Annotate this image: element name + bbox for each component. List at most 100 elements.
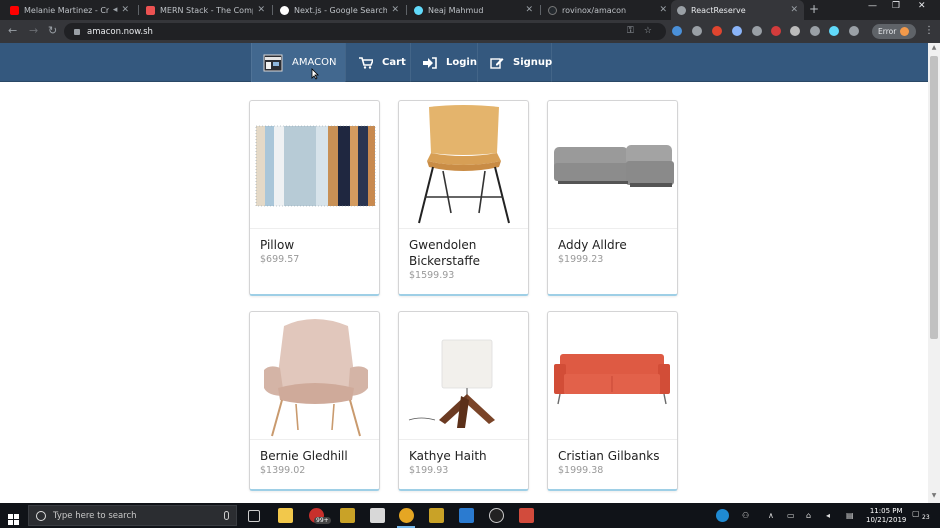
app-icon[interactable]	[519, 508, 534, 523]
nav-login-label: Login	[446, 57, 477, 68]
product-price: $1999.38	[558, 465, 604, 476]
product-name[interactable]: Addy Alldre	[548, 229, 677, 253]
browser-tab-active[interactable]: ReactReserve ✕	[671, 0, 804, 20]
browser-tab-strip: Melanie Martinez - Cry B ◂ ✕ MERN Stack …	[0, 0, 940, 20]
product-image-pink-lounge-chair[interactable]	[250, 312, 379, 440]
browser-tab[interactable]: Neaj Mahmud ✕	[408, 0, 539, 20]
mail-icon[interactable]	[370, 508, 385, 523]
battery-icon[interactable]: ▭	[787, 511, 795, 520]
extension-icon[interactable]	[790, 26, 800, 36]
product-price: $1999.23	[558, 254, 604, 265]
browser-tab[interactable]: Melanie Martinez - Cry B ◂ ✕	[4, 0, 135, 20]
chrome-icon[interactable]	[399, 508, 414, 523]
nav-cart[interactable]: Cart	[345, 43, 410, 82]
windows-start-icon[interactable]	[8, 510, 19, 529]
menu-kebab-icon[interactable]: ⋮	[924, 25, 934, 36]
close-icon[interactable]: ✕	[391, 5, 399, 15]
keyboard-icon[interactable]: ▤	[846, 511, 854, 520]
window-close-button[interactable]: ✕	[918, 1, 926, 11]
product-card[interactable]: Pillow $699.57	[249, 100, 380, 296]
app-icon[interactable]	[340, 508, 355, 523]
close-icon[interactable]: ✕	[121, 5, 129, 15]
reload-icon[interactable]: ↻	[48, 24, 57, 37]
help-icon[interactable]	[716, 509, 729, 522]
minimize-button[interactable]: —	[868, 1, 877, 11]
url-text[interactable]: amacon.now.sh	[87, 27, 153, 37]
product-image-orange-sofa[interactable]	[548, 312, 677, 440]
nav-signup[interactable]: Signup	[477, 43, 552, 82]
new-tab-button[interactable]: +	[809, 2, 819, 16]
windows-taskbar: Type here to search 99+ ⚇ ∧ ▭ ⌂ ◂ ▤ 11:0…	[0, 503, 940, 528]
tab-label: Melanie Martinez - Cry B	[24, 5, 109, 15]
task-view-icon[interactable]	[248, 510, 260, 522]
system-clock[interactable]: 11:05 PM 10/21/2019	[866, 507, 906, 525]
storefront-icon	[263, 54, 283, 72]
extension-icon[interactable]	[732, 26, 742, 36]
forward-arrow-icon[interactable]: →	[29, 24, 38, 37]
close-icon[interactable]: ✕	[525, 5, 533, 15]
nav-login[interactable]: Login	[410, 43, 477, 82]
close-icon[interactable]: ✕	[659, 5, 667, 15]
product-name[interactable]: Gwendolen Bickerstaffe	[399, 229, 528, 269]
extension-icon[interactable]	[771, 26, 781, 36]
browser-toolbar: ← → ↻ amacon.now.sh ⚿ ☆ Error ⋮	[0, 20, 940, 43]
clock-time: 11:05 PM	[869, 507, 903, 515]
product-card[interactable]: Bernie Gledhill $1399.02	[249, 311, 380, 491]
product-card[interactable]: Kathye Haith $199.93	[398, 311, 529, 491]
product-name[interactable]: Kathye Haith	[399, 440, 528, 464]
address-bar[interactable]: amacon.now.sh	[64, 23, 666, 40]
tab-label: MERN Stack - The Complete	[160, 5, 253, 15]
action-center-icon[interactable]: ▢	[912, 509, 920, 518]
taskbar-search-input[interactable]: Type here to search	[28, 505, 237, 526]
scrollbar-thumb[interactable]	[930, 56, 938, 339]
extension-icon[interactable]	[692, 26, 702, 36]
cursor-icon	[311, 68, 319, 80]
file-explorer-icon[interactable]	[278, 508, 293, 523]
product-price: $199.93	[409, 465, 449, 476]
extension-icon[interactable]	[672, 26, 682, 36]
search-placeholder: Type here to search	[53, 510, 137, 521]
extension-icon[interactable]	[829, 26, 839, 36]
error-label: Error	[878, 27, 897, 36]
back-arrow-icon[interactable]: ←	[8, 24, 17, 37]
product-name[interactable]: Pillow	[250, 229, 379, 253]
close-icon[interactable]: ✕	[790, 5, 798, 15]
product-card[interactable]: Cristian Gilbanks $1999.38	[547, 311, 678, 491]
sign-in-icon	[423, 56, 437, 69]
github-desktop-icon[interactable]	[489, 508, 504, 523]
product-image-wood-table-lamp[interactable]	[399, 312, 528, 440]
product-image-mustard-chair[interactable]	[399, 101, 528, 229]
scroll-down-icon[interactable]: ▼	[930, 492, 938, 502]
brand-label: AMACON	[292, 57, 337, 68]
speaker-icon: ◂	[112, 5, 118, 15]
browser-tab[interactable]: Next.js - Google Search ✕	[274, 0, 405, 20]
extension-icon[interactable]	[849, 26, 859, 36]
app-icon[interactable]	[429, 508, 444, 523]
extension-icon[interactable]	[810, 26, 820, 36]
browser-tab[interactable]: MERN Stack - The Complete ✕	[140, 0, 271, 20]
maximize-button[interactable]: ❐	[892, 1, 900, 11]
product-card[interactable]: Addy Alldre $1999.23	[547, 100, 678, 296]
product-name[interactable]: Cristian Gilbanks	[548, 440, 677, 464]
product-card[interactable]: Gwendolen Bickerstaffe $1599.93	[398, 100, 529, 296]
key-icon[interactable]: ⚿	[627, 26, 634, 36]
brand-link[interactable]: AMACON	[251, 43, 345, 82]
star-icon[interactable]: ☆	[644, 26, 652, 36]
network-icon[interactable]: ⌂	[806, 511, 811, 520]
close-icon[interactable]: ✕	[257, 5, 265, 15]
browser-tab[interactable]: rovinox/amacon ✕	[542, 0, 673, 20]
tab-label: Neaj Mahmud	[428, 5, 484, 15]
people-icon[interactable]: ⚇	[742, 511, 749, 520]
scroll-up-icon[interactable]: ▲	[930, 44, 938, 54]
extension-icon[interactable]	[712, 26, 722, 36]
product-name[interactable]: Bernie Gledhill	[250, 440, 379, 464]
volume-icon[interactable]: ◂	[826, 511, 830, 520]
chevron-up-icon[interactable]: ∧	[768, 511, 774, 520]
profile-error-button[interactable]: Error	[872, 24, 916, 39]
vscode-icon[interactable]	[459, 508, 474, 523]
product-image-grey-sectional-sofa[interactable]	[548, 101, 677, 229]
product-price: $1399.02	[260, 465, 306, 476]
extension-icon[interactable]	[752, 26, 762, 36]
microphone-icon[interactable]	[224, 511, 229, 520]
product-image-striped-rug[interactable]	[250, 101, 379, 229]
